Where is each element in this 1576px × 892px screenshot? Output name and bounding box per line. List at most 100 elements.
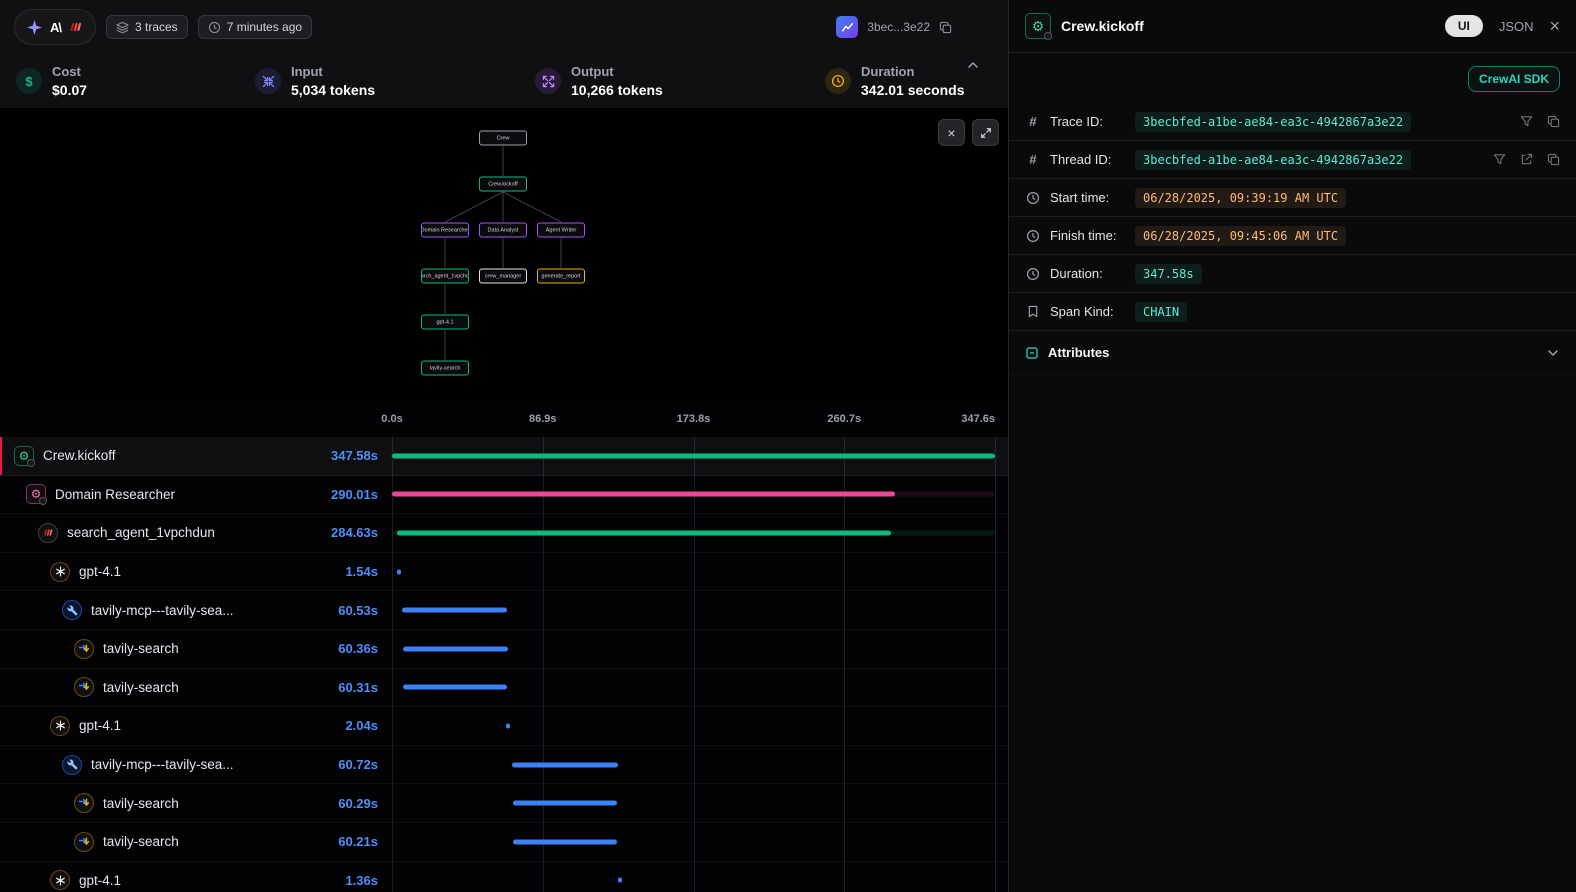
tab-ui[interactable]: UI — [1445, 15, 1483, 37]
span-bar[interactable] — [513, 839, 617, 844]
stat-label: Duration — [861, 64, 965, 79]
span-name: gpt-4.1 — [79, 873, 336, 888]
clock-icon — [1025, 229, 1041, 243]
timeline-row[interactable]: tavily-mcp---tavily-sea...60.72s — [0, 746, 1008, 785]
timeline-row[interactable]: gpt-4.1 1.36s — [0, 862, 1008, 892]
field-actions — [1493, 153, 1560, 166]
bookmark-icon — [1025, 305, 1041, 318]
span-bar[interactable] — [618, 878, 622, 883]
graph-node[interactable]: tavily-search — [421, 361, 469, 376]
timeline-row[interactable]: tavily-search60.21s — [0, 823, 1008, 862]
graph-node[interactable]: gpt-4.1 — [421, 315, 469, 330]
panel-title: Crew.kickoff — [1061, 18, 1144, 34]
span-duration: 60.36s — [338, 641, 378, 656]
span-duration: 1.54s — [345, 564, 378, 579]
tavily-icon — [74, 677, 94, 697]
app-root: A\ 3 traces 7 minut — [0, 0, 1576, 892]
stat-value: 10,266 tokens — [571, 82, 663, 98]
span-bar[interactable] — [397, 569, 401, 574]
timeline-row[interactable]: search_agent_1vpchdun284.63s — [0, 514, 1008, 553]
span-duration: 60.53s — [338, 603, 378, 618]
span-bar[interactable] — [513, 801, 617, 806]
span-duration: 60.31s — [338, 680, 378, 695]
filter-icon[interactable] — [1493, 153, 1506, 166]
span-bar[interactable] — [392, 453, 995, 458]
timeline-row[interactable]: gpt-4.11.54s — [0, 553, 1008, 592]
span-bar[interactable] — [506, 723, 510, 728]
traces-count-badge[interactable]: 3 traces — [106, 15, 188, 39]
span-name: tavily-search — [103, 834, 329, 849]
timeline-row[interactable]: gpt-4.12.04s — [0, 707, 1008, 746]
graph-node[interactable]: Domain Researcher — [421, 223, 469, 238]
timeline-row[interactable]: tavily-search60.29s — [0, 784, 1008, 823]
graph-node[interactable]: Crew — [479, 131, 527, 146]
tools-icon — [62, 755, 82, 775]
span-bar[interactable] — [403, 646, 508, 651]
row-label-area: tavily-search60.31s — [0, 677, 392, 697]
external-link-icon[interactable] — [1520, 153, 1533, 166]
trace-id-group: 3bec...3e22 — [836, 16, 952, 38]
field-value: 3becbfed-a1be-ae84-ea3c-4942867a3e22 — [1135, 150, 1411, 170]
detail-fields: # Trace ID: 3becbfed-a1be-ae84-ea3c-494286… — [1009, 103, 1576, 331]
panel-tabs: UI JSON × — [1445, 15, 1560, 37]
stats-bar: $ Cost $0.07 Input 5,034 tokens — [0, 54, 1008, 108]
timeline-row[interactable]: ⚙Crew.kickoff347.58s — [0, 437, 1008, 476]
filter-icon[interactable] — [1520, 115, 1533, 128]
row-label-area: ⚙Crew.kickoff347.58s — [0, 446, 392, 466]
trace-age-badge[interactable]: 7 minutes ago — [198, 15, 312, 39]
span-bar[interactable] — [403, 685, 507, 690]
span-bar[interactable] — [392, 492, 895, 497]
crewai-logo — [69, 20, 83, 34]
graph-node[interactable]: Data Analyst — [479, 223, 527, 238]
span-duration: 60.29s — [338, 796, 378, 811]
graph-node[interactable]: Crew.kickoff — [479, 177, 527, 192]
detail-field-trace-id: # Trace ID: 3becbfed-a1be-ae84-ea3c-494286… — [1009, 103, 1576, 141]
close-panel-icon[interactable]: × — [1549, 17, 1560, 35]
tab-json[interactable]: JSON — [1499, 19, 1534, 34]
row-label-area: gpt-4.1 1.36s — [0, 870, 392, 890]
row-label-area: gpt-4.12.04s — [0, 716, 392, 736]
timeline-row[interactable]: tavily-search60.36s — [0, 630, 1008, 669]
chart-icon[interactable] — [836, 16, 858, 38]
hash-icon: # — [1025, 114, 1041, 129]
attributes-section-toggle[interactable]: Attributes — [1009, 331, 1576, 375]
chevron-up-icon[interactable] — [966, 58, 980, 77]
sdk-badge: CrewAI SDK — [1468, 66, 1560, 92]
field-label: Trace ID: — [1050, 114, 1126, 129]
span-rows: ⚙Crew.kickoff347.58s⚙Domain Researcher29… — [0, 437, 1008, 892]
graph-node[interactable]: generate_report — [537, 269, 585, 284]
close-graph-icon[interactable]: × — [938, 119, 965, 146]
timeline-row[interactable]: tavily-mcp---tavily-sea...60.53s — [0, 591, 1008, 630]
span-name: Crew.kickoff — [43, 448, 322, 463]
timeline-row[interactable]: ⚙Domain Researcher290.01s — [0, 476, 1008, 515]
attributes-icon — [1025, 346, 1039, 360]
graph-node[interactable]: crew_manager — [479, 269, 527, 284]
attributes-label: Attributes — [1048, 345, 1109, 360]
crewai-crew-icon: ⚙ — [14, 446, 34, 466]
clock-icon — [1025, 267, 1041, 281]
sparkle-icon — [27, 20, 42, 35]
graph-node[interactable]: Agent Writer — [537, 223, 585, 238]
anthropic-logo: A\ — [50, 20, 61, 35]
crewai-crew-icon: ⚙ — [1025, 13, 1051, 39]
field-label: Span Kind: — [1050, 304, 1126, 319]
copy-icon[interactable] — [939, 21, 952, 34]
span-bar[interactable] — [512, 762, 618, 767]
stat-value: $0.07 — [52, 82, 87, 98]
field-value: 3becbfed-a1be-ae84-ea3c-4942867a3e22 — [1135, 112, 1411, 132]
span-duration: 1.36s — [345, 873, 378, 888]
trace-id-short: 3bec...3e22 — [867, 20, 930, 34]
timeline-row[interactable]: tavily-search60.31s — [0, 669, 1008, 708]
copy-icon[interactable] — [1547, 153, 1560, 166]
trace-graph: × Crew Crew.kickoff Domain Researcher Data … — [0, 108, 1008, 400]
tavily-icon — [74, 793, 94, 813]
chevron-down-icon[interactable] — [1546, 346, 1560, 360]
clock-icon — [208, 21, 221, 34]
copy-icon[interactable] — [1547, 115, 1560, 128]
panel-header: ⚙ Crew.kickoff UI JSON × — [1009, 0, 1576, 53]
expand-graph-icon[interactable] — [972, 119, 999, 146]
span-bar[interactable] — [397, 530, 891, 535]
graph-node[interactable]: search_agent_1vpchdun — [421, 269, 469, 284]
span-bar[interactable] — [402, 608, 507, 613]
row-bar-lane — [392, 553, 995, 591]
